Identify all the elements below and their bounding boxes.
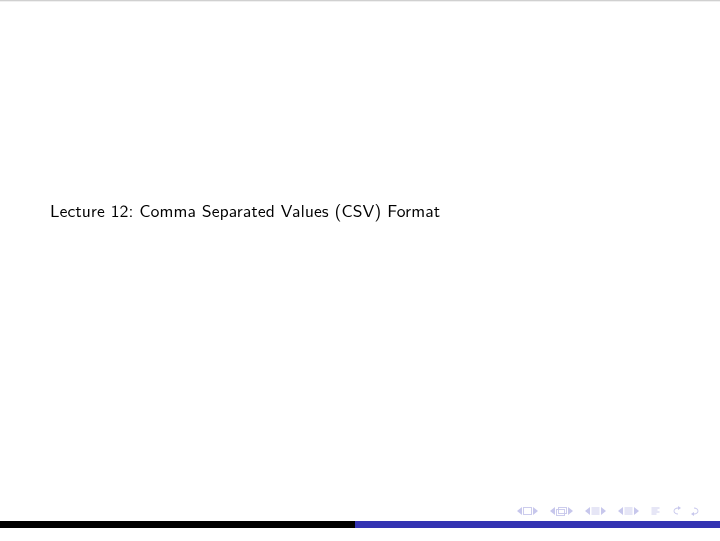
footer-strip: [0, 521, 720, 528]
footer-left: [0, 521, 355, 528]
appendix-icon: [651, 507, 660, 516]
beamer-nav: [517, 504, 700, 518]
triangle-left-icon: [585, 507, 590, 515]
nav-subsection-group[interactable]: [618, 507, 639, 516]
nav-backforward-group[interactable]: [672, 506, 700, 516]
triangle-left-icon: [618, 507, 623, 515]
footer-right: [355, 521, 720, 528]
triangle-left-icon: [517, 507, 522, 515]
top-rule: [0, 0, 720, 2]
nav-section-group[interactable]: [585, 507, 606, 516]
triangle-right-icon: [601, 507, 606, 515]
slide-icon: [523, 507, 532, 515]
slide-page: Lecture 12: Comma Separated Values (CSV)…: [0, 0, 720, 541]
triangle-right-icon: [533, 507, 538, 515]
undo-redo-icon: [672, 506, 700, 516]
triangle-left-icon: [550, 507, 555, 515]
nav-slide-group[interactable]: [517, 507, 538, 515]
frame-icon: [556, 507, 567, 516]
triangle-right-icon: [568, 507, 573, 515]
section-icon: [591, 507, 600, 516]
slide-title: Lecture 12: Comma Separated Values (CSV)…: [50, 198, 440, 223]
nav-frame-group[interactable]: [550, 507, 573, 516]
triangle-right-icon: [634, 507, 639, 515]
subsection-icon: [624, 507, 633, 516]
nav-appendix-group[interactable]: [651, 507, 660, 516]
